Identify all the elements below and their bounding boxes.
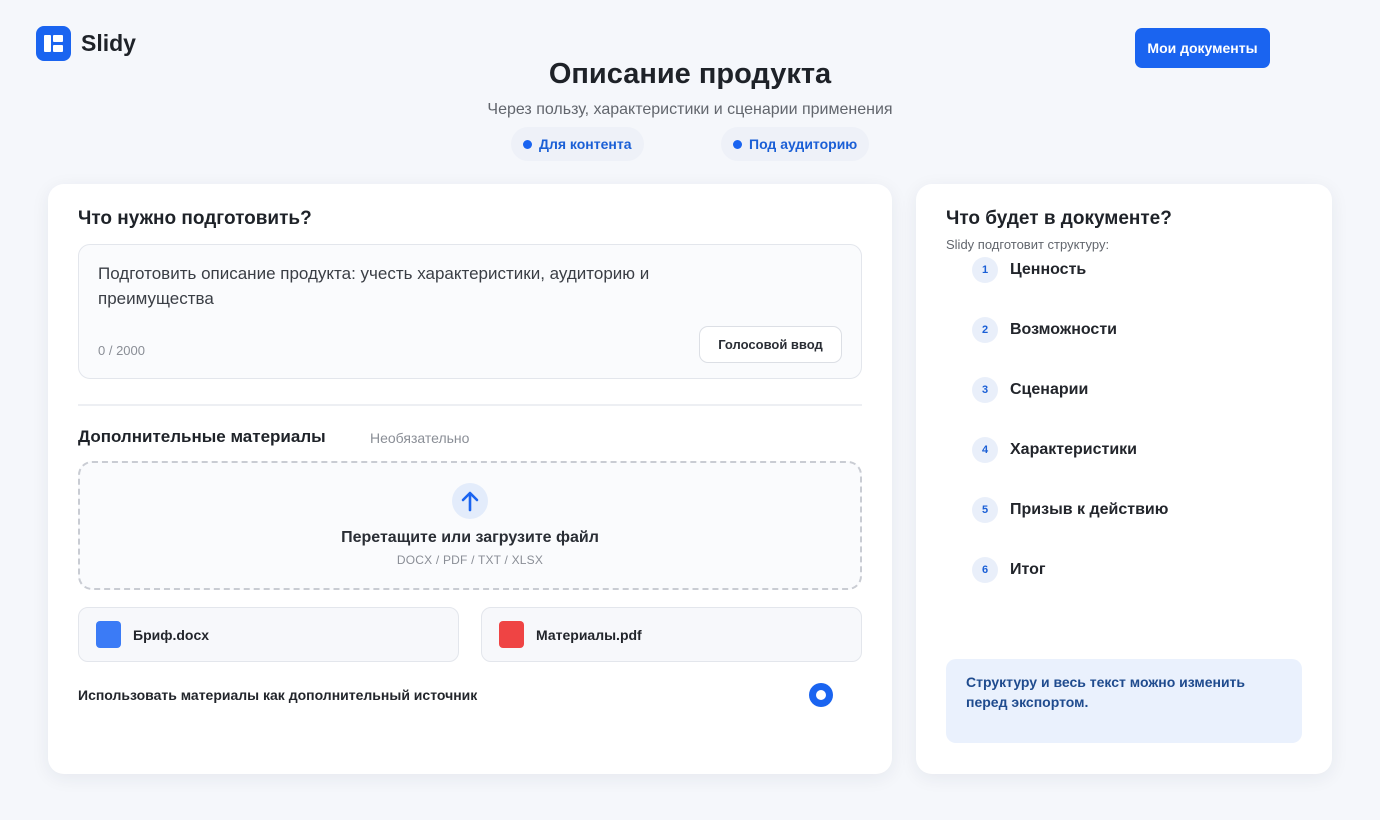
outline-card: Что будет в документе? Slidy подготовит … <box>916 184 1332 774</box>
step-label: Возможности <box>1010 321 1117 338</box>
docx-file-icon <box>96 621 121 648</box>
file-name: Бриф.docx <box>133 626 210 643</box>
tag-audience: Под аудиторию <box>721 127 870 161</box>
file-name: Материалы.pdf <box>536 626 642 643</box>
file-dropzone[interactable]: Перетащите или загрузите файл DOCX / PDF… <box>78 461 862 590</box>
dot-icon <box>733 139 742 149</box>
step-number: 4 <box>972 437 998 463</box>
outline-title: Что будет в документе? <box>946 208 1172 229</box>
edit-note: Структуру и весь текст можно изменить пе… <box>946 659 1302 743</box>
step-label: Характеристики <box>1010 441 1138 458</box>
step-number: 6 <box>972 557 998 583</box>
divider <box>78 404 862 406</box>
app-name: Slidy <box>81 30 136 56</box>
step-label: Ценность <box>1010 261 1087 278</box>
outline-subtitle: Slidy подготовит структуру: <box>946 237 1110 252</box>
step-label: Сценарии <box>1010 381 1089 398</box>
step-label: Призыв к действию <box>1010 501 1169 518</box>
prompt-title: Что нужно подготовить? <box>78 208 312 229</box>
slidy-logo-icon <box>36 26 71 61</box>
logo[interactable]: Slidy <box>36 26 136 61</box>
attached-file[interactable]: Бриф.docx <box>78 607 459 662</box>
dropzone-formats: DOCX / PDF / TXT / XLSX <box>396 553 544 567</box>
optional-label: Необязательно <box>370 430 470 446</box>
prompt-text[interactable]: Подготовить описание продукта: учесть ха… <box>98 261 698 311</box>
step-number: 1 <box>972 257 998 283</box>
request-card: Что нужно подготовить? Подготовить описа… <box>48 184 892 774</box>
tag-content: Для контента <box>511 127 644 161</box>
prompt-textarea[interactable]: Подготовить описание продукта: учесть ха… <box>78 244 862 379</box>
upload-arrow-icon <box>452 483 488 519</box>
char-counter: 0 / 2000 <box>98 343 145 358</box>
attached-file[interactable]: Материалы.pdf <box>481 607 862 662</box>
page-title: Описание продукта <box>548 58 832 90</box>
dropzone-title: Перетащите или загрузите файл <box>341 529 599 546</box>
voice-input-button[interactable]: Голосовой ввод <box>699 326 842 363</box>
use-as-source-label: Использовать материалы как дополнительны… <box>78 687 478 703</box>
use-as-source-radio[interactable] <box>809 683 833 707</box>
materials-title: Дополнительные материалы <box>78 427 326 446</box>
dot-icon <box>523 139 532 149</box>
page-subtitle: Через пользу, характеристики и сценарии … <box>487 101 893 118</box>
step-label: Итог <box>1010 561 1046 578</box>
step-number: 2 <box>972 317 998 343</box>
pdf-file-icon <box>499 621 524 648</box>
step-number: 5 <box>972 497 998 523</box>
step-number: 3 <box>972 377 998 403</box>
tag-label: Для контента <box>539 136 632 152</box>
tag-label: Под аудиторию <box>749 136 858 152</box>
